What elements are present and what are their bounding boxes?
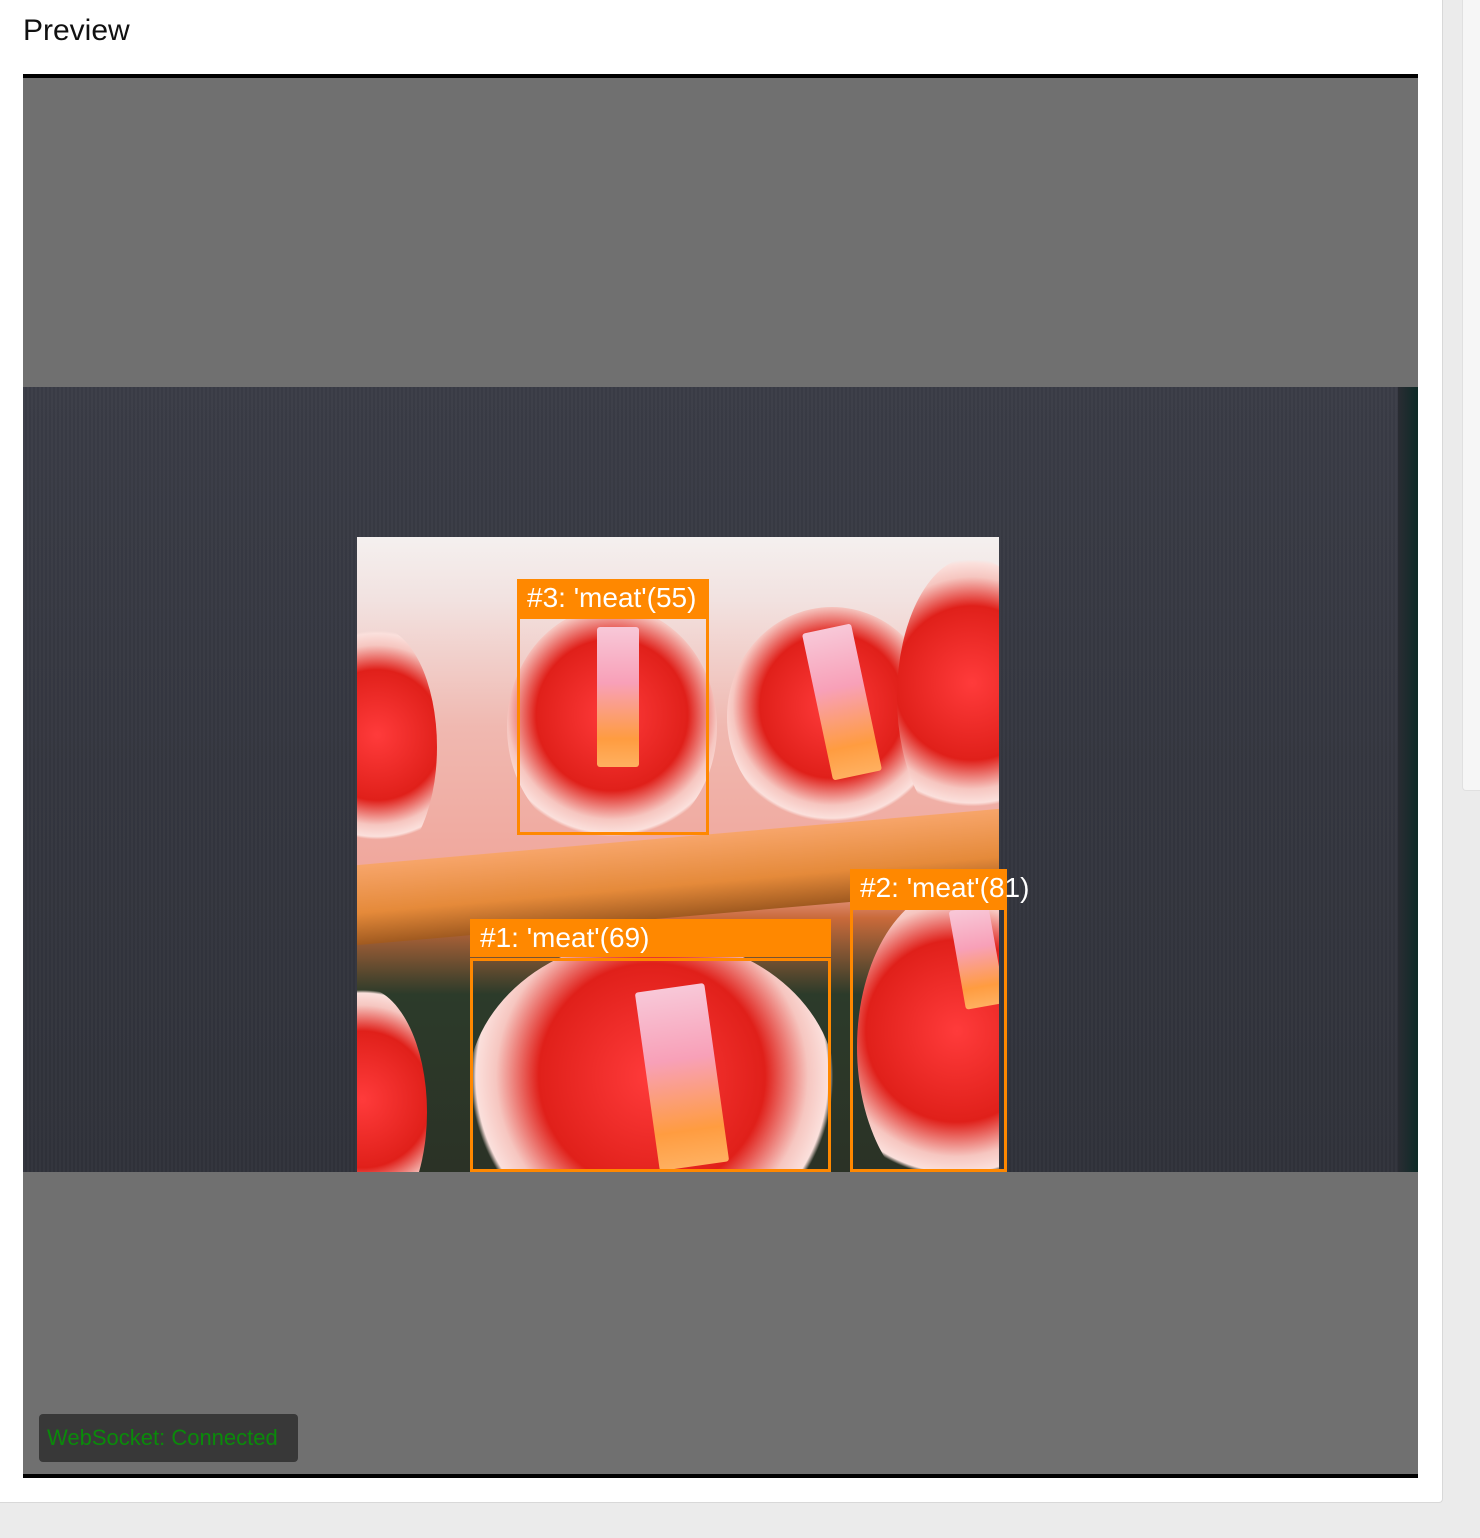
websocket-status-badge: WebSocket: Connected [39, 1414, 298, 1462]
detection-box-3 [517, 616, 709, 835]
detection-box-2 [850, 907, 1007, 1172]
image-bowl [897, 557, 999, 837]
side-panel-edge [1462, 0, 1480, 791]
detection-label-2: #2: 'meat'(81) [850, 869, 1029, 907]
detection-label-3: #3: 'meat'(55) [517, 579, 709, 617]
preview-card: Preview #1: 'meat'(69) #2: 'meat'(81) #3… [0, 0, 1443, 1503]
page-title: Preview [23, 14, 130, 47]
frame-edge [1398, 387, 1418, 1172]
image-bowl [357, 627, 437, 867]
image-bowl [357, 987, 427, 1172]
camera-frame: #1: 'meat'(69) #2: 'meat'(81) #3: 'meat'… [23, 387, 1418, 1172]
detection-label-1: #1: 'meat'(69) [470, 919, 831, 957]
preview-viewport: #1: 'meat'(69) #2: 'meat'(81) #3: 'meat'… [23, 74, 1418, 1478]
detection-box-1 [470, 958, 831, 1172]
